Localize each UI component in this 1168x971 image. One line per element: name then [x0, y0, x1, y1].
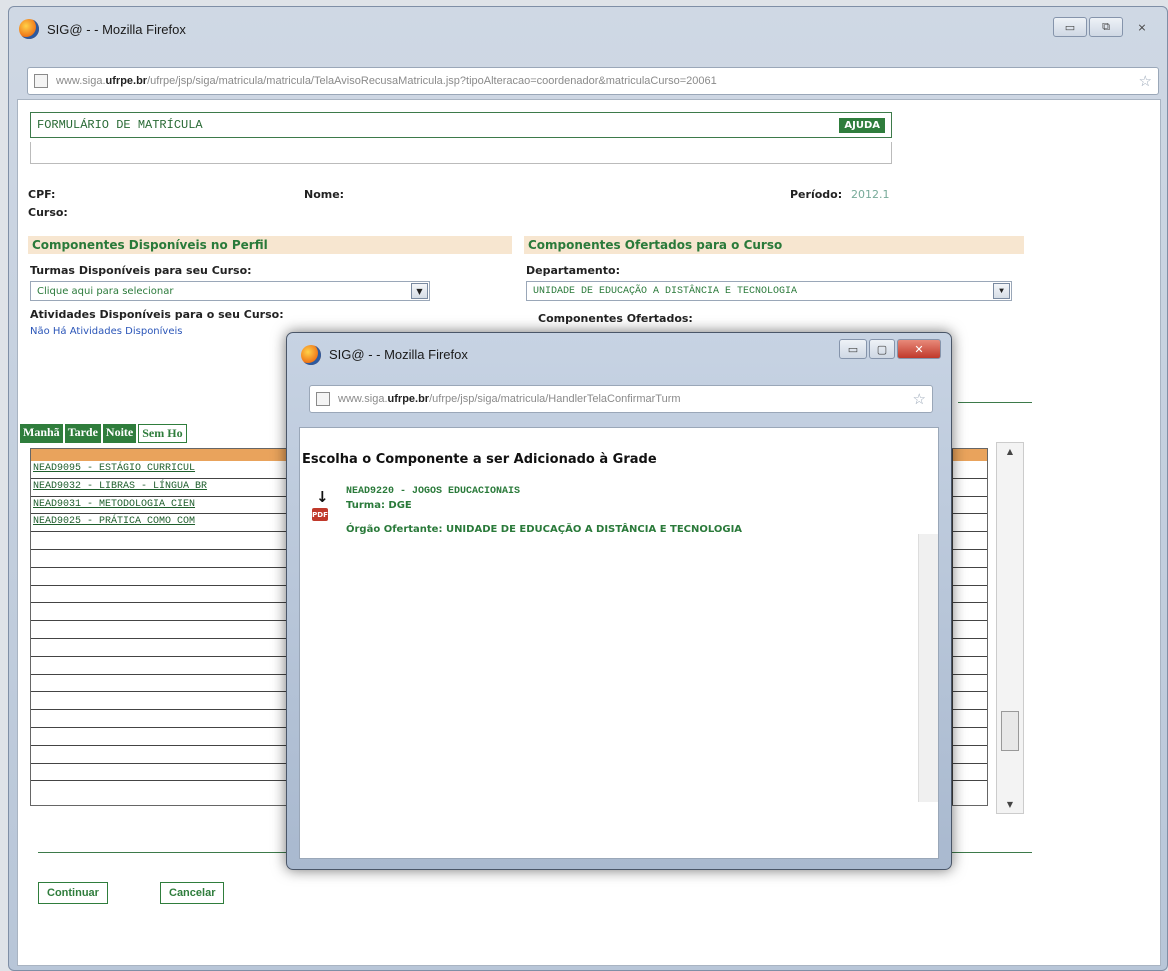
departamento-select-value: UNIDADE DE EDUCAÇÃO A DISTÂNCIA E TECNOL… — [533, 285, 798, 297]
site-identity-icon[interactable] — [34, 74, 48, 88]
site-identity-icon[interactable] — [316, 392, 330, 406]
form-subheader-box — [30, 142, 892, 164]
shift-night-button[interactable]: Noite — [102, 424, 137, 443]
pdf-icon[interactable]: PDF — [312, 508, 328, 521]
firefox-logo-icon — [301, 345, 321, 365]
shift-filter-buttons: Manhã Tarde Noite Sem Ho — [20, 424, 187, 443]
bookmark-star-icon[interactable]: ☆ — [913, 390, 926, 408]
main-url-bar[interactable]: www.siga.ufrpe.br/ufrpe/jsp/siga/matricu… — [27, 67, 1159, 95]
download-arrow-icon[interactable]: ↓ — [316, 488, 329, 506]
popup-url-bar[interactable]: www.siga.ufrpe.br/ufrpe/jsp/siga/matricu… — [309, 385, 933, 413]
form-header: FORMULÁRIO DE MATRÍCULA AJUDA — [30, 112, 892, 138]
departamento-select[interactable]: UNIDADE DE EDUCAÇÃO A DISTÂNCIA E TECNOL… — [526, 281, 1012, 301]
grid-scrollbar[interactable]: ▲ ▼ — [996, 442, 1024, 814]
minimize-icon[interactable]: ▭ — [839, 339, 867, 359]
main-url-text: www.siga.ufrpe.br/ufrpe/jsp/siga/matricu… — [56, 75, 717, 87]
atividades-empty-text: Não Há Atividades Disponíveis — [30, 326, 183, 337]
scroll-thumb[interactable] — [1001, 711, 1019, 751]
main-title-bar: SIG@ - - Mozilla Firefox ▭ ⧉ ⨯ — [9, 7, 1167, 59]
component-orgao: Órgão Ofertante: UNIDADE DE EDUCAÇÃO A D… — [346, 524, 743, 535]
section-left-title: Componentes Disponíveis no Perfil — [32, 238, 268, 252]
scroll-up-icon[interactable]: ▲ — [997, 447, 1023, 456]
close-icon[interactable]: ✕ — [897, 339, 941, 359]
help-button[interactable]: AJUDA — [839, 117, 885, 133]
nome-label: Nome: — [304, 188, 345, 201]
minimize-icon[interactable]: ▭ — [1053, 17, 1087, 37]
periodo-label: Período: — [790, 188, 843, 201]
grid-row-link[interactable]: NEAD9095 - ESTÁGIO CURRICUL — [33, 463, 195, 474]
component-turma: Turma: DGE — [346, 500, 412, 511]
grid-row-link[interactable]: NEAD9032 - LIBRAS - LÍNGUA BR — [33, 481, 207, 492]
periodo-value: 2012.1 — [851, 188, 890, 201]
chevron-down-icon[interactable]: ▼ — [411, 283, 428, 299]
popup-window-controls: ▭ ▢ ✕ — [839, 339, 941, 359]
firefox-logo-icon — [19, 19, 39, 39]
ofertados-label: Componentes Ofertados: — [538, 312, 693, 325]
section-offered-course: Componentes Ofertados para o Curso — [524, 236, 1024, 254]
grid-row-link[interactable]: NEAD9031 - METODOLOGIA CIEN — [33, 499, 195, 510]
maximize-icon[interactable]: ▢ — [869, 339, 895, 359]
bookmark-star-icon[interactable]: ☆ — [1139, 72, 1152, 90]
continue-button[interactable]: Continuar — [38, 882, 108, 904]
turmas-select-value: Clique aqui para selecionar — [37, 285, 174, 297]
maximize-icon[interactable]: ⧉ — [1089, 17, 1123, 37]
divider — [958, 402, 1032, 403]
atividades-label: Atividades Disponíveis para o seu Curso: — [30, 308, 284, 321]
turmas-label: Turmas Disponíveis para seu Curso: — [30, 264, 252, 277]
popup-heading: Escolha o Componente a ser Adicionado à … — [302, 452, 657, 467]
form-title: FORMULÁRIO DE MATRÍCULA — [37, 118, 203, 132]
section-available-profile: Componentes Disponíveis no Perfil — [28, 236, 512, 254]
main-window-controls: ▭ ⧉ ⨯ — [1053, 17, 1159, 37]
departamento-label: Departamento: — [526, 264, 620, 277]
shift-no-time-button[interactable]: Sem Ho — [138, 424, 187, 443]
curso-label: Curso: — [28, 206, 68, 219]
main-window-title: SIG@ - - Mozilla Firefox — [47, 22, 186, 37]
chevron-down-icon[interactable]: ▼ — [993, 283, 1010, 299]
close-icon[interactable]: ⨯ — [1125, 17, 1159, 37]
popup-page-content: Escolha o Componente a ser Adicionado à … — [299, 427, 939, 859]
cpf-label: CPF: — [28, 188, 56, 201]
grid-row-link[interactable]: NEAD9025 - PRÁTICA COMO COM — [33, 516, 195, 527]
shift-afternoon-button[interactable]: Tarde — [64, 424, 101, 443]
popup-url-text: www.siga.ufrpe.br/ufrpe/jsp/siga/matricu… — [338, 393, 681, 405]
popup-scrollbar[interactable] — [918, 534, 938, 802]
cancel-button[interactable]: Cancelar — [160, 882, 225, 904]
section-right-title: Componentes Ofertados para o Curso — [528, 238, 783, 252]
turmas-select[interactable]: Clique aqui para selecionar ▼ — [30, 281, 430, 301]
component-title-link[interactable]: NEAD9220 - JOGOS EDUCACIONAIS — [346, 486, 520, 497]
popup-browser-window: SIG@ - - Mozilla Firefox ▭ ▢ ✕ www.siga.… — [286, 332, 952, 870]
popup-window-title: SIG@ - - Mozilla Firefox — [329, 347, 468, 362]
scroll-down-icon[interactable]: ▼ — [997, 800, 1023, 809]
shift-morning-button[interactable]: Manhã — [20, 424, 63, 443]
